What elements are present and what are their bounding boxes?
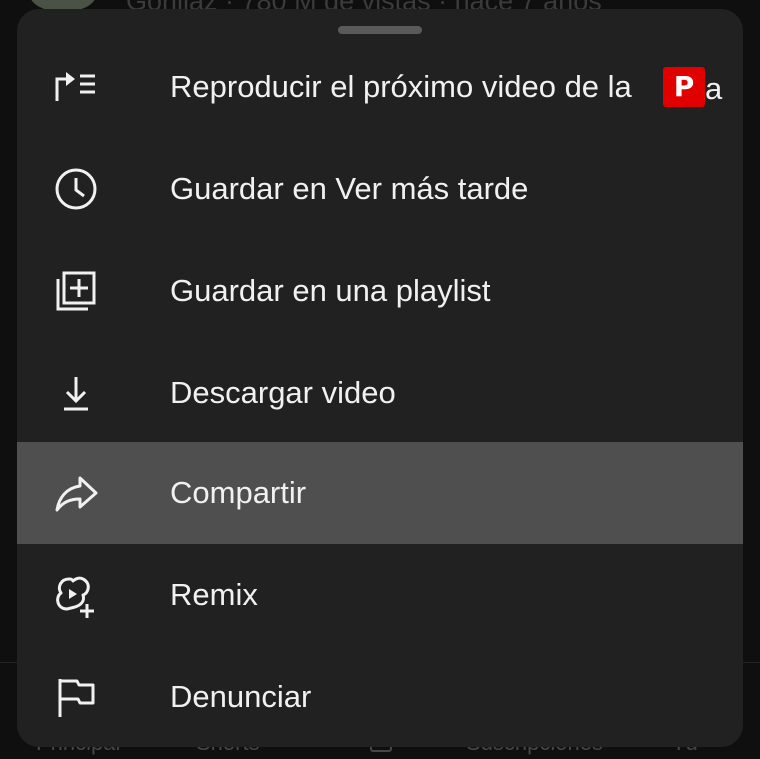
menu-item-watch-later[interactable]: Guardar en Ver más tarde (17, 138, 743, 240)
remix-icon (49, 571, 103, 619)
menu-item-label: Compartir (170, 475, 307, 510)
drag-handle[interactable] (338, 26, 422, 34)
menu-item-label: Guardar en una playlist (170, 273, 491, 308)
clock-icon (49, 165, 103, 213)
menu-item-label: Remix (170, 577, 258, 612)
truncated-label-tail: a (705, 71, 723, 106)
menu-item-download[interactable]: Descargar video (17, 342, 743, 444)
video-options-sheet: Reproducir el próximo video de la P a Gu… (17, 9, 743, 747)
download-icon (49, 369, 103, 417)
menu-item-remix[interactable]: Remix (17, 544, 743, 646)
menu-item-share[interactable]: Compartir (17, 442, 743, 544)
play-next-in-queue-icon (49, 63, 103, 111)
menu-item-report[interactable]: Denunciar (17, 646, 743, 747)
flag-icon (49, 673, 103, 721)
menu-item-label: Denunciar (170, 679, 312, 714)
menu-item-label: Guardar en Ver más tarde (170, 171, 529, 206)
share-icon (49, 469, 103, 517)
menu-item-play-next[interactable]: Reproducir el próximo video de la P a (17, 36, 743, 138)
playlist-add-icon (49, 267, 103, 315)
premium-badge-icon: P (663, 67, 705, 107)
menu-item-label: Descargar video (170, 375, 396, 410)
menu-item-save-playlist[interactable]: Guardar en una playlist (17, 240, 743, 342)
menu-item-label: Reproducir el próximo video de la (170, 69, 632, 104)
